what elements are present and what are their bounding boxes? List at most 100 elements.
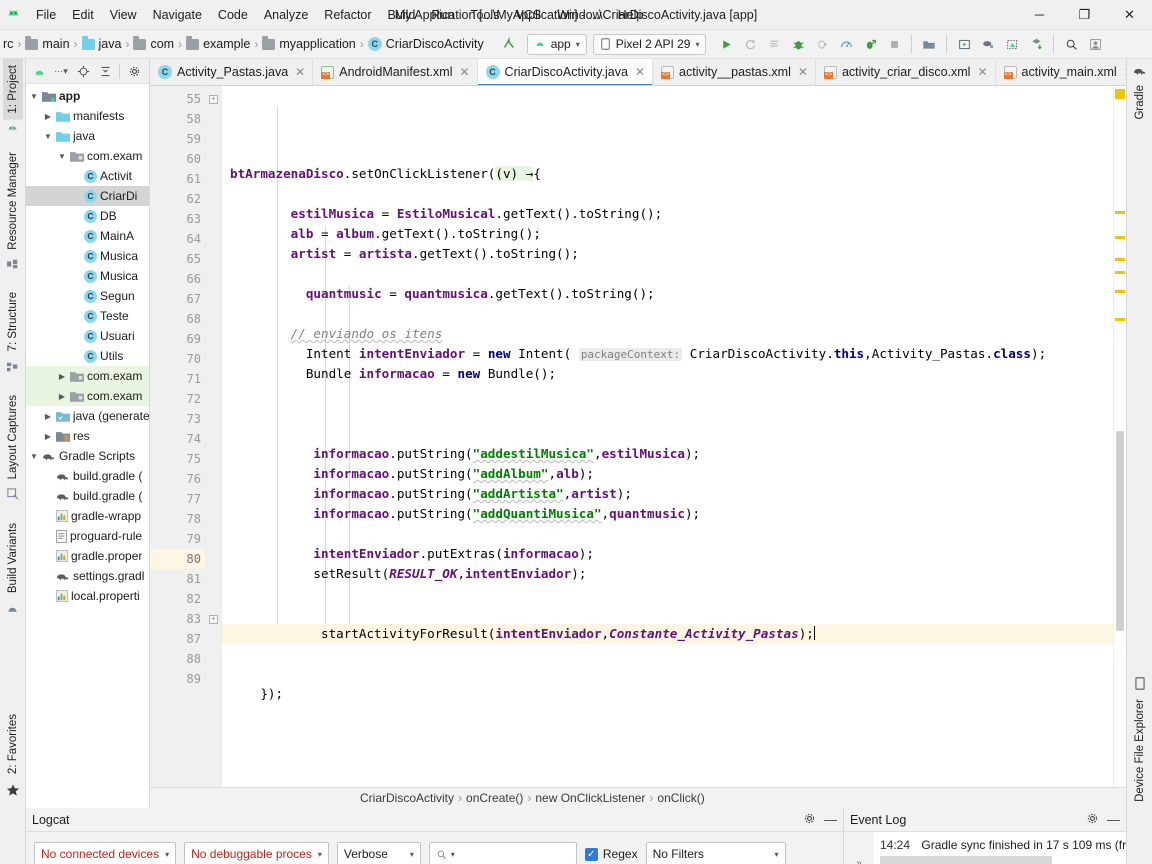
breadcrumb-item-main[interactable]: main — [22, 35, 72, 53]
code-line[interactable]: }); — [222, 684, 1113, 704]
code-line[interactable]: setResult(RESULT_OK,intentEnviador); — [222, 564, 1113, 584]
tree-node[interactable]: ▼ com.exam — [26, 146, 149, 166]
apply-changes-icon[interactable] — [858, 33, 882, 55]
code-line[interactable] — [222, 644, 1113, 664]
sidebar-item-resource-manager[interactable]: Resource Manager — [3, 146, 23, 256]
tree-node[interactable]: settings.gradl — [26, 566, 149, 586]
editor-breadcrumb-item[interactable]: CriarDiscoActivity — [360, 791, 454, 805]
sidebar-item-build-variants[interactable]: Build Variants — [3, 517, 23, 599]
line-number[interactable]: 82 — [150, 589, 205, 609]
settings-gear-icon[interactable] — [1086, 812, 1099, 828]
line-number[interactable]: 60 — [150, 149, 205, 169]
sidebar-item-device-file-explorer[interactable]: Device File Explorer — [1130, 693, 1150, 808]
run-configuration-selector[interactable]: app ▾ — [526, 33, 587, 55]
line-number[interactable]: 66 — [150, 269, 205, 289]
breadcrumb-item-myapplication[interactable]: myapplication — [259, 35, 358, 53]
line-number[interactable]: 81 — [150, 569, 205, 589]
sidebar-item-layout-captures[interactable]: Layout Captures — [3, 389, 23, 485]
stop-icon[interactable] — [882, 33, 906, 55]
project-tree[interactable]: ▼ app ▶ manifests ▼ java ▼ com.exam C Activit C Cri… — [26, 84, 149, 808]
code-line[interactable] — [222, 404, 1113, 424]
twisty-collapsed-icon[interactable]: ▶ — [43, 112, 53, 121]
line-number[interactable]: 89 — [150, 669, 205, 689]
code-line[interactable] — [222, 304, 1113, 324]
tree-node[interactable]: C MainA — [26, 226, 149, 246]
minimize-icon[interactable]: — — [824, 812, 837, 827]
code-line[interactable] — [222, 744, 1113, 764]
line-number[interactable]: 70 — [150, 349, 205, 369]
breadcrumb-item-example[interactable]: example — [183, 35, 253, 53]
code-line[interactable]: artist = artista.getText().toString(); — [222, 244, 1113, 264]
event-log-entries[interactable]: 14:24 Gradle sync finished in 17 s 109 m… — [874, 832, 1126, 864]
editor-tab[interactable]: C Activity_Pastas.java ✕ — [150, 59, 314, 85]
breadcrumb-item-com[interactable]: com — [130, 35, 177, 53]
line-number[interactable]: 87 — [150, 629, 205, 649]
code-line[interactable] — [222, 524, 1113, 544]
menu-refactor[interactable]: Refactor — [316, 4, 379, 26]
avd-manager-icon[interactable] — [952, 33, 976, 55]
line-number-gutter[interactable]: 55 58 59 60 61 62 63 64 65 66 67 68 69 70 71 72 73 74 75 76… — [150, 86, 220, 787]
code-line[interactable]: informacao.putString("addQuantiMusica",q… — [222, 504, 1113, 524]
menu-code[interactable]: Code — [210, 4, 256, 26]
rerun-icon[interactable] — [738, 33, 762, 55]
sidebar-item-favorites[interactable]: 2: Favorites — [3, 708, 23, 780]
tree-node[interactable]: ▶ com.exam — [26, 386, 149, 406]
menu-navigate[interactable]: Navigate — [145, 4, 210, 26]
profiler-icon[interactable] — [834, 33, 858, 55]
vcs-update-icon[interactable] — [497, 33, 521, 55]
twisty-collapsed-icon[interactable]: ▶ — [43, 432, 53, 441]
editor-breadcrumb-item[interactable]: new OnClickListener — [535, 791, 645, 805]
menu-file[interactable]: File — [28, 4, 64, 26]
twisty-expanded-icon[interactable]: ▼ — [43, 132, 53, 141]
code-line[interactable]: informacao.putString("addArtista",artist… — [222, 484, 1113, 504]
collapse-all-icon[interactable] — [95, 62, 115, 81]
minimize-button[interactable]: ─ — [1017, 0, 1062, 30]
menu-run[interactable]: Run — [423, 4, 462, 26]
run-icon[interactable] — [714, 33, 738, 55]
line-number[interactable]: 65 — [150, 249, 205, 269]
logcat-filter-select[interactable]: No Filters ▾ — [645, 842, 786, 864]
editor-breadcrumb-item[interactable]: onCreate() — [466, 791, 523, 805]
profile-avatar-icon[interactable] — [1083, 33, 1107, 55]
sidebar-item-structure[interactable]: 7: Structure — [3, 286, 23, 357]
menu-analyze[interactable]: Analyze — [256, 4, 316, 26]
line-number[interactable]: 68 — [150, 309, 205, 329]
line-number[interactable]: 80 — [150, 549, 205, 569]
code-content[interactable]: btArmazenaDisco.setOnClickListener((v) →… — [222, 86, 1113, 787]
code-line[interactable]: Bundle informacao = new Bundle(); — [222, 364, 1113, 384]
tree-node[interactable]: C Musica — [26, 266, 149, 286]
device-selector[interactable]: Pixel 2 API 29 ▾ — [592, 33, 707, 55]
error-stripe-scrollbar[interactable] — [1113, 86, 1126, 787]
tree-node[interactable]: C Activit — [26, 166, 149, 186]
chevron-down-icon[interactable]: ⋯▾ — [51, 62, 71, 81]
logcat-search-input[interactable]: ▾ — [428, 842, 577, 864]
sidebar-item-gradle[interactable]: Gradle — [1130, 79, 1150, 126]
download-icon[interactable] — [1024, 33, 1048, 55]
editor-tab[interactable]: activity_main.xml✕ — [995, 59, 1126, 85]
code-folding-column[interactable]: + + — [206, 86, 222, 787]
close-icon[interactable]: ✕ — [977, 65, 987, 79]
editor-breadcrumb-item[interactable]: onClick() — [657, 791, 704, 805]
line-number[interactable]: 69 — [150, 329, 205, 349]
close-button[interactable]: ✕ — [1107, 0, 1152, 30]
line-number[interactable]: 79 — [150, 529, 205, 549]
code-line[interactable] — [222, 184, 1113, 204]
fold-marker[interactable]: + — [209, 95, 218, 104]
tree-node[interactable]: build.gradle ( — [26, 466, 149, 486]
tree-node[interactable]: proguard-rule — [26, 526, 149, 546]
event-log-expand-button[interactable]: » — [844, 832, 874, 864]
line-number[interactable]: 73 — [150, 409, 205, 429]
logcat-device-select[interactable]: No connected devices ▾ — [34, 842, 177, 864]
logcat-process-select[interactable]: No debuggable proces ▾ — [184, 842, 329, 864]
tree-node[interactable]: build.gradle ( — [26, 486, 149, 506]
menu-build[interactable]: Build — [380, 4, 424, 26]
logcat-level-select[interactable]: Verbose ▾ — [336, 842, 421, 864]
tree-node[interactable]: ▼ Gradle Scripts — [26, 446, 149, 466]
line-number[interactable]: 63 — [150, 209, 205, 229]
tree-node[interactable]: C Usuari — [26, 326, 149, 346]
code-line[interactable] — [222, 424, 1113, 444]
code-line[interactable]: alb = album.getText().toString(); — [222, 224, 1113, 244]
close-icon[interactable]: ✕ — [798, 65, 808, 79]
line-number[interactable]: 78 — [150, 509, 205, 529]
code-line[interactable] — [222, 704, 1113, 724]
